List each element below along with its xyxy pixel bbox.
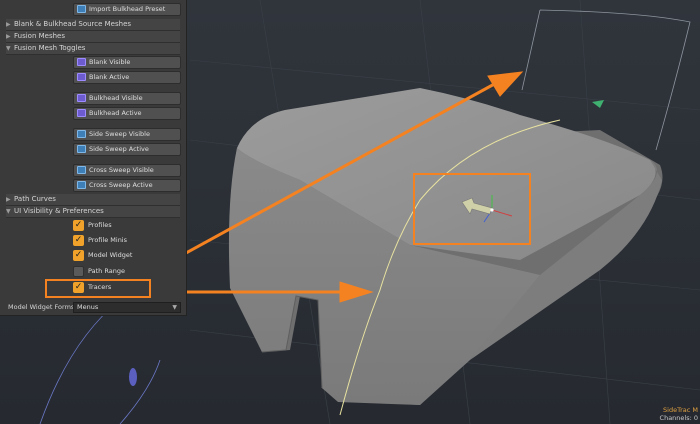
model-widget-label: Model Widget xyxy=(88,251,133,259)
import-icon xyxy=(77,5,86,13)
profile-minis-checkbox[interactable]: ✓ xyxy=(73,235,84,246)
active-icon xyxy=(77,145,86,153)
status-channels: Channels: 0 xyxy=(659,414,698,422)
cross-sweep-visible-label: Cross Sweep Visible xyxy=(89,166,154,174)
section-path-curves[interactable]: ▶ Path Curves xyxy=(6,194,180,206)
import-bulkhead-preset-button[interactable]: Import Bulkhead Preset xyxy=(73,3,181,16)
side-sweep-visible-label: Side Sweep Visible xyxy=(89,130,150,138)
section-path-curves-label: Path Curves xyxy=(14,195,56,203)
expanded-triangle-icon: ▼ xyxy=(6,208,11,215)
collapsed-triangle-icon: ▶ xyxy=(6,21,11,28)
bulkhead-active-label: Bulkhead Active xyxy=(89,109,142,117)
section-source-meshes-label: Blank & Bulkhead Source Meshes xyxy=(14,20,132,28)
profiles-checkbox-row[interactable]: ✓ Profiles xyxy=(73,219,112,232)
bulkhead-visible-button[interactable]: Bulkhead Visible xyxy=(73,92,181,105)
path-range-checkbox[interactable] xyxy=(73,266,84,277)
section-source-meshes[interactable]: ▶ Blank & Bulkhead Source Meshes xyxy=(6,19,180,31)
cross-sweep-active-label: Cross Sweep Active xyxy=(89,181,153,189)
path-range-checkbox-row[interactable]: Path Range xyxy=(73,265,125,278)
status-readout: SideTrac M Channels: 0 xyxy=(660,406,698,422)
active-icon xyxy=(77,73,86,81)
collapsed-triangle-icon: ▶ xyxy=(6,33,11,40)
blank-visible-label: Blank Visible xyxy=(89,58,131,66)
model-widget-forms-value: Menus xyxy=(77,303,99,311)
cross-sweep-active-button[interactable]: Cross Sweep Active xyxy=(73,179,181,192)
section-ui-visibility-label: UI Visibility & Preferences xyxy=(14,207,104,215)
bulkhead-active-button[interactable]: Bulkhead Active xyxy=(73,107,181,120)
profiles-checkbox[interactable]: ✓ xyxy=(73,220,84,231)
side-sweep-visible-button[interactable]: Side Sweep Visible xyxy=(73,128,181,141)
section-fusion-mesh-toggles-label: Fusion Mesh Toggles xyxy=(14,44,86,52)
path-range-label: Path Range xyxy=(88,267,125,275)
profile-minis-label: Profile Minis xyxy=(88,236,128,244)
model-widget-forms-select[interactable]: Menus ▼ xyxy=(73,302,181,313)
bulkhead-visible-label: Bulkhead Visible xyxy=(89,94,143,102)
visibility-icon xyxy=(77,166,86,174)
status-tool-name: SideTrac M xyxy=(663,406,698,414)
section-fusion-meshes-label: Fusion Meshes xyxy=(14,32,65,40)
side-sweep-active-label: Side Sweep Active xyxy=(89,145,149,153)
import-bulkhead-preset-label: Import Bulkhead Preset xyxy=(89,5,166,13)
profiles-label: Profiles xyxy=(88,221,112,229)
fusion-control-panel: Import Bulkhead Preset ▶ Blank & Bulkhead… xyxy=(0,0,187,316)
side-sweep-active-button[interactable]: Side Sweep Active xyxy=(73,143,181,156)
expanded-triangle-icon: ▼ xyxy=(6,45,11,52)
visibility-icon xyxy=(77,130,86,138)
profile-minis-checkbox-row[interactable]: ✓ Profile Minis xyxy=(73,234,127,247)
active-icon xyxy=(77,109,86,117)
collapsed-triangle-icon: ▶ xyxy=(6,196,11,203)
model-widget-checkbox[interactable]: ✓ xyxy=(73,250,84,261)
chevron-down-icon: ▼ xyxy=(172,304,177,311)
section-fusion-meshes[interactable]: ▶ Fusion Meshes xyxy=(6,31,180,43)
section-fusion-mesh-toggles[interactable]: ▼ Fusion Mesh Toggles xyxy=(6,43,180,55)
model-widget-forms-label: Model Widget Forms: xyxy=(8,303,77,311)
visibility-icon xyxy=(77,94,86,102)
path-handle xyxy=(129,368,137,386)
blank-active-button[interactable]: Blank Active xyxy=(73,71,181,84)
blank-visible-button[interactable]: Blank Visible xyxy=(73,56,181,69)
visibility-icon xyxy=(77,58,86,66)
cross-sweep-visible-button[interactable]: Cross Sweep Visible xyxy=(73,164,181,177)
active-icon xyxy=(77,181,86,189)
tracers-highlight xyxy=(45,279,151,298)
model-widget-checkbox-row[interactable]: ✓ Model Widget xyxy=(73,249,132,262)
blank-active-label: Blank Active xyxy=(89,73,130,81)
section-ui-visibility[interactable]: ▼ UI Visibility & Preferences xyxy=(6,206,180,218)
